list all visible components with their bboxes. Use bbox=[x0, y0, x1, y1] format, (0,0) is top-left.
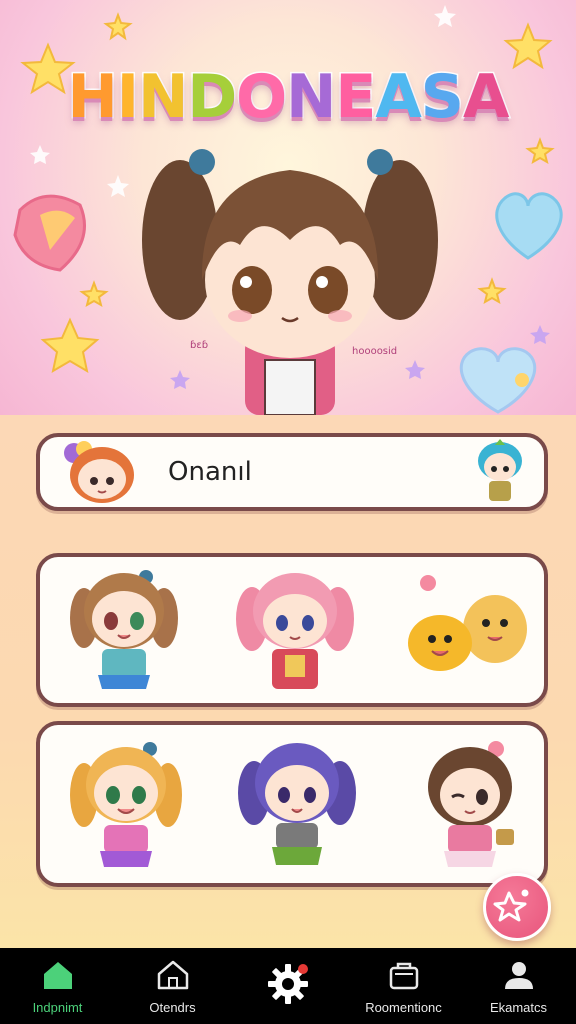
title-letter: A bbox=[462, 61, 511, 134]
bottom-navigation-bar: Indpnimt Otendrs Roomentionc Ekamatcs bbox=[0, 948, 576, 1024]
sticker-text-left: ɓɛɓ bbox=[190, 340, 209, 351]
title-letter: N bbox=[137, 61, 190, 134]
title-letter: I bbox=[115, 61, 140, 134]
bag-icon bbox=[389, 962, 418, 990]
nav-label-explore: Otendrs bbox=[149, 1000, 196, 1015]
avatar-chibi-teal bbox=[478, 439, 522, 501]
title-letter: A bbox=[374, 61, 423, 134]
profile-icon bbox=[504, 962, 533, 989]
title-letter: H bbox=[66, 61, 119, 134]
sparkle-star-icon bbox=[493, 889, 529, 922]
chibi-girl-brown-hair[interactable] bbox=[410, 737, 530, 875]
hero-banner: HINDONEASA ɓɛɓ hoooosid bbox=[0, 0, 576, 415]
chibi-girl-pink-hair[interactable] bbox=[230, 563, 360, 695]
chibi-girl-purple-hair[interactable] bbox=[232, 731, 362, 875]
chibi-girl-blue-dress[interactable] bbox=[64, 563, 184, 695]
avatar-chibi-orange bbox=[64, 441, 134, 503]
nav-label-home: Indpnimt bbox=[32, 1000, 83, 1015]
nav-item-shop[interactable]: Roomentionc bbox=[346, 948, 461, 1024]
gear-icon bbox=[268, 964, 308, 1004]
title-letter: D bbox=[186, 61, 239, 134]
nav-label-shop: Roomentionc bbox=[365, 1000, 442, 1015]
title-letter: S bbox=[419, 61, 465, 134]
nav-item-explore[interactable]: Otendrs bbox=[115, 948, 230, 1024]
title-letter: E bbox=[334, 61, 378, 134]
app-title-text: HINDONEASA bbox=[66, 61, 511, 134]
create-fab-button[interactable] bbox=[483, 873, 551, 941]
chibi-girl-blonde[interactable] bbox=[66, 735, 186, 875]
nav-item-home[interactable]: Indpnimt bbox=[0, 948, 115, 1024]
nav-item-profile[interactable]: Ekamatcs bbox=[461, 948, 576, 1024]
title-letter: N bbox=[285, 61, 338, 134]
home-icon bbox=[43, 962, 72, 989]
search-card-text: Onanıl bbox=[168, 457, 252, 487]
yellow-blob-pets[interactable] bbox=[400, 571, 530, 693]
search-card[interactable]: Onanıl bbox=[36, 433, 548, 511]
app-title: HINDONEASA bbox=[0, 61, 576, 134]
nav-item-settings[interactable] bbox=[230, 948, 346, 1024]
gallery-card-row-1 bbox=[36, 553, 548, 707]
nav-label-profile: Ekamatcs bbox=[489, 1000, 548, 1015]
sticker-text-right: hoooosid bbox=[352, 346, 398, 357]
house-outline-icon bbox=[157, 960, 188, 990]
title-letter: O bbox=[235, 61, 289, 134]
gallery-card-row-2 bbox=[36, 721, 548, 887]
main-character-illustration bbox=[142, 149, 438, 415]
